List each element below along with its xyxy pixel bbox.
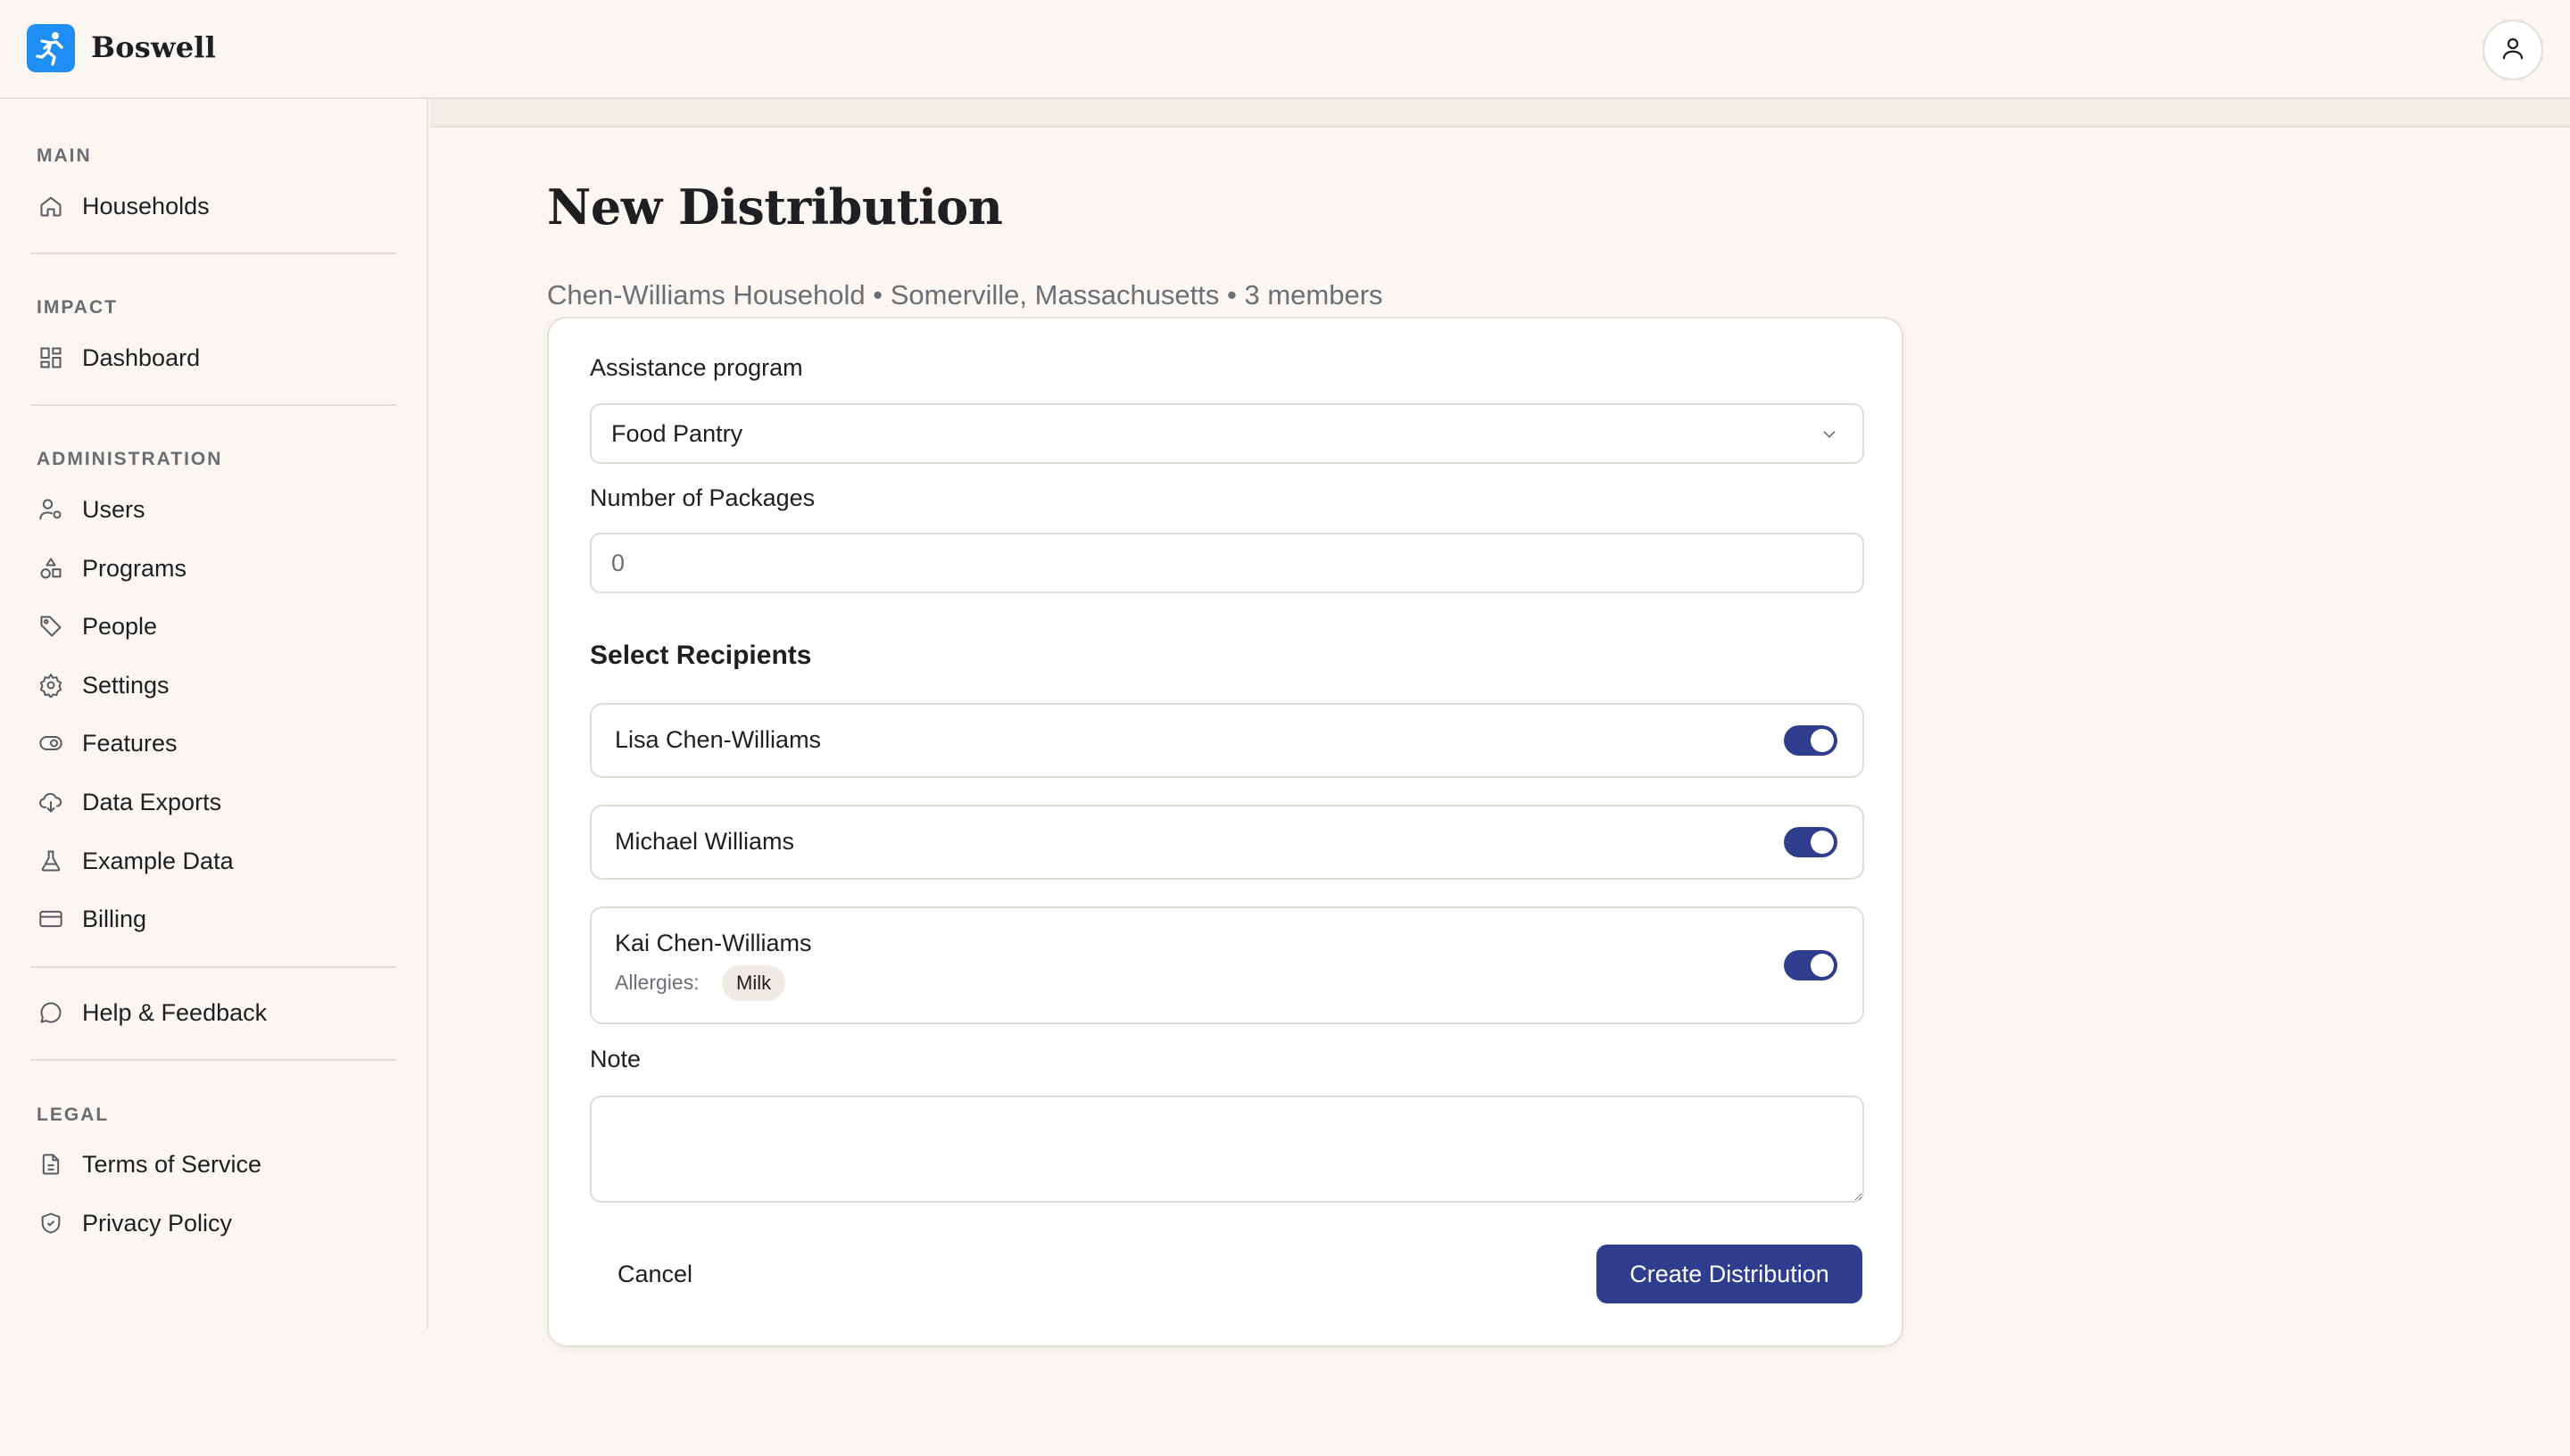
divider bbox=[30, 252, 396, 254]
sidebar-item-label: Terms of Service bbox=[82, 1150, 262, 1178]
sidebar-item-example-data[interactable]: Example Data bbox=[30, 838, 396, 884]
sidebar-item-label: Settings bbox=[82, 671, 170, 699]
sidebar-item-label: Households bbox=[82, 192, 210, 219]
recipients-heading: Select Recipients bbox=[590, 641, 812, 670]
sidebar-item-terms[interactable]: Terms of Service bbox=[30, 1141, 396, 1187]
section-label-administration: ADMINISTRATION bbox=[37, 449, 223, 469]
toggle-knob bbox=[1811, 954, 1834, 977]
household-subtitle: Chen-Williams Household • Somerville, Ma… bbox=[547, 279, 1383, 310]
divider bbox=[30, 1059, 396, 1061]
sidebar-item-label: Features bbox=[82, 729, 178, 757]
program-select-value: Food Pantry bbox=[611, 419, 743, 447]
shield-check-icon bbox=[36, 1208, 66, 1238]
note-textarea[interactable] bbox=[590, 1096, 1864, 1203]
content-top-strip bbox=[430, 99, 2570, 128]
recipient-row[interactable]: Lisa Chen-Williams bbox=[590, 703, 1864, 778]
distribution-form-card: Assistance program Food Pantry Number of… bbox=[547, 317, 1903, 1347]
cancel-button[interactable]: Cancel bbox=[590, 1245, 720, 1303]
app-name[interactable]: Boswell bbox=[91, 30, 216, 64]
cloud-download-icon bbox=[36, 787, 66, 817]
create-distribution-button[interactable]: Create Distribution bbox=[1596, 1245, 1862, 1303]
packages-label: Number of Packages bbox=[590, 484, 816, 511]
sidebar-item-label: Programs bbox=[82, 554, 187, 582]
sidebar-item-label: People bbox=[82, 612, 158, 640]
dashboard-grid-icon bbox=[36, 343, 66, 373]
recipient-row[interactable]: Kai Chen-Williams Allergies: Milk bbox=[590, 906, 1864, 1024]
sidebar-item-programs[interactable]: Programs bbox=[30, 545, 396, 592]
program-label: Assistance program bbox=[590, 354, 803, 381]
packages-input[interactable] bbox=[590, 533, 1864, 593]
sidebar-item-label: Example Data bbox=[82, 847, 234, 874]
flask-icon bbox=[36, 846, 66, 876]
sidebar-item-features[interactable]: Features bbox=[30, 720, 396, 766]
runner-logo-icon[interactable] bbox=[27, 24, 75, 72]
toggle-knob bbox=[1811, 831, 1834, 854]
sidebar-item-data-exports[interactable]: Data Exports bbox=[30, 779, 396, 825]
sidebar-item-label: Billing bbox=[82, 905, 147, 932]
allergy-badge: Milk bbox=[722, 965, 786, 1001]
top-bar: Boswell bbox=[0, 0, 2570, 99]
sidebar-item-label: Users bbox=[82, 495, 145, 523]
divider bbox=[30, 404, 396, 406]
shapes-icon bbox=[36, 553, 66, 583]
sidebar-item-people[interactable]: People bbox=[30, 603, 396, 649]
tag-icon bbox=[36, 611, 66, 641]
sidebar-item-label: Dashboard bbox=[82, 343, 201, 371]
program-select[interactable]: Food Pantry bbox=[590, 403, 1864, 464]
recipient-row[interactable]: Michael Williams bbox=[590, 805, 1864, 880]
home-icon bbox=[36, 191, 66, 221]
document-icon bbox=[36, 1149, 66, 1179]
sidebar-item-privacy[interactable]: Privacy Policy bbox=[30, 1200, 396, 1246]
sidebar-item-label: Help & Feedback bbox=[82, 998, 268, 1026]
section-label-legal: LEGAL bbox=[37, 1104, 110, 1125]
section-label-main: MAIN bbox=[37, 145, 92, 166]
recipient-toggle[interactable] bbox=[1784, 725, 1837, 756]
sidebar-item-users[interactable]: Users bbox=[30, 486, 396, 533]
sidebar-item-billing[interactable]: Billing bbox=[30, 896, 396, 942]
allergies-label: Allergies: bbox=[615, 971, 700, 994]
toggle-knob bbox=[1811, 729, 1834, 752]
recipient-name: Michael Williams bbox=[615, 828, 795, 855]
chat-bubble-icon bbox=[36, 997, 66, 1028]
recipient-toggle[interactable] bbox=[1784, 827, 1837, 857]
section-label-impact: IMPACT bbox=[37, 297, 118, 318]
user-cog-icon bbox=[36, 494, 66, 525]
chevron-down-icon bbox=[1820, 425, 1839, 449]
sidebar-item-label: Privacy Policy bbox=[82, 1209, 233, 1237]
user-menu-button[interactable] bbox=[2483, 20, 2543, 80]
recipient-name: Kai Chen-Williams bbox=[615, 930, 812, 956]
recipient-name: Lisa Chen-Williams bbox=[615, 726, 822, 753]
page-title: New Distribution bbox=[547, 178, 1003, 236]
sidebar-item-label: Data Exports bbox=[82, 788, 222, 815]
user-icon bbox=[2500, 35, 2526, 66]
note-label: Note bbox=[590, 1046, 642, 1072]
recipient-toggle[interactable] bbox=[1784, 950, 1837, 980]
sidebar: MAIN Households IMPACT Dashboard ADMINIS… bbox=[0, 99, 428, 1328]
credit-card-icon bbox=[36, 904, 66, 934]
sidebar-item-settings[interactable]: Settings bbox=[30, 662, 396, 708]
gear-icon bbox=[36, 670, 66, 700]
sidebar-item-dashboard[interactable]: Dashboard bbox=[30, 335, 396, 381]
toggle-icon bbox=[36, 728, 66, 758]
sidebar-item-help[interactable]: Help & Feedback bbox=[30, 989, 396, 1036]
divider bbox=[30, 966, 396, 968]
sidebar-item-households[interactable]: Households bbox=[30, 183, 396, 229]
